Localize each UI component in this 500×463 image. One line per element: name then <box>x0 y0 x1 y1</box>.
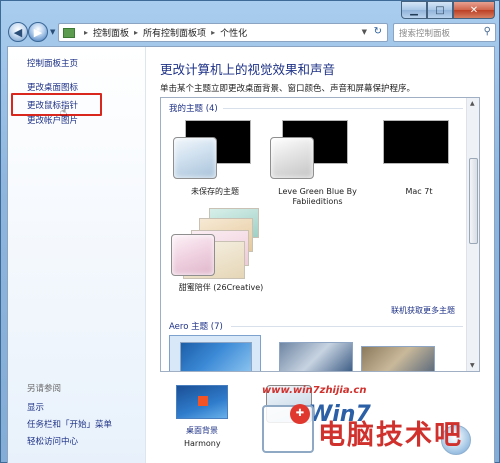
scroll-thumb[interactable] <box>469 158 478 244</box>
sidebar-item-control-panel-home[interactable]: 控制面板主页 <box>27 57 78 69</box>
aero-theme-selected[interactable] <box>169 335 261 371</box>
desktop-background-value: Harmony <box>184 439 221 448</box>
theme-26creative[interactable]: 甜蜜陪伴 (26Creative) <box>169 208 279 298</box>
my-themes-heading: 我的主题 (4) <box>169 104 218 114</box>
windows-logo-icon <box>198 396 208 406</box>
watermark-bubble-icon: ✚ <box>290 404 310 424</box>
theme-name-line2: Fabiieditions <box>292 197 343 206</box>
window-frame: ▁ □ ✕ ◀ ▶ ▼ ▸ 控制面板 ▸ 所有控制面板项 ▸ 个性化 ▼ ↻ 搜… <box>0 0 500 463</box>
refresh-icon[interactable]: ↻ <box>374 26 382 37</box>
window-color-swatch <box>171 234 215 276</box>
breadcrumb-separator-icon[interactable]: ▸ <box>211 28 215 37</box>
theme-name: 未保存的主题 <box>191 187 239 196</box>
theme-name: 甜蜜陪伴 (26Creative) <box>178 283 264 292</box>
watermark-text: 电脑技术吧 <box>318 420 463 451</box>
theme-mac-7t[interactable]: Mac 7t <box>373 120 465 200</box>
forward-button[interactable]: ▶ <box>28 22 48 42</box>
navigation-bar: ◀ ▶ ▼ ▸ 控制面板 ▸ 所有控制面板项 ▸ 个性化 ▼ ↻ 搜索控制面板 … <box>1 19 500 47</box>
breadcrumb-separator-icon[interactable]: ▸ <box>84 28 88 37</box>
maximize-button[interactable]: □ <box>427 1 453 19</box>
search-input[interactable]: 搜索控制面板 ⚲ <box>393 23 496 42</box>
control-panel-icon <box>63 27 75 38</box>
search-placeholder: 搜索控制面板 <box>399 28 451 39</box>
sidebar-item-display[interactable]: 显示 <box>27 401 44 413</box>
window-controls: ▁ □ ✕ <box>401 1 495 19</box>
window-color-swatch <box>173 137 217 179</box>
theme-list[interactable]: 我的主题 (4) 未保存的主题 Leve Green Blue By Fabii… <box>160 97 480 372</box>
scroll-up-icon[interactable]: ▲ <box>470 100 475 107</box>
theme-unsaved[interactable]: 未保存的主题 <box>169 120 261 200</box>
aero-themes-heading: Aero 主题 (7) <box>169 322 223 332</box>
recent-pages-dropdown-icon[interactable]: ▼ <box>50 28 55 36</box>
watermark-url: www.win7zhijia.cn <box>262 385 367 396</box>
watermark-logo-icon: ✚ <box>262 404 314 453</box>
section-divider <box>223 108 463 109</box>
window-color-swatch <box>270 137 314 179</box>
theme-name: Leve Green Blue By <box>278 187 357 196</box>
desktop-background-setting[interactable] <box>176 385 228 427</box>
see-also-heading: 另请参阅 <box>27 384 62 394</box>
minimize-button[interactable]: ▁ <box>401 1 427 19</box>
back-button[interactable]: ◀ <box>8 22 28 42</box>
theme-list-scrollbar[interactable]: ▲ ▼ <box>466 98 479 371</box>
desktop-background-preview <box>176 385 228 419</box>
sidebar-item-taskbar-start-menu[interactable]: 任务栏和「开始」菜单 <box>27 418 112 430</box>
section-divider <box>231 326 463 327</box>
address-bar[interactable]: ▸ 控制面板 ▸ 所有控制面板项 ▸ 个性化 ▼ ↻ <box>58 23 388 42</box>
sidebar-item-ease-of-access[interactable]: 轻松访问中心 <box>27 435 78 447</box>
breadcrumb-separator-icon[interactable]: ▸ <box>134 28 138 37</box>
aero-theme-preview <box>180 342 252 371</box>
theme-preview <box>383 120 449 164</box>
page-description: 单击某个主题立即更改桌面背景、窗口颜色、声音和屏幕保护程序。 <box>160 84 416 94</box>
aero-theme-architecture[interactable] <box>279 342 353 371</box>
get-more-themes-link[interactable]: 联机获取更多主题 <box>391 305 455 316</box>
hand-cursor-icon: ☝ <box>60 105 68 119</box>
theme-name: Mac 7t <box>405 187 433 196</box>
search-icon[interactable]: ⚲ <box>484 26 491 37</box>
theme-leve-green-blue[interactable]: Leve Green Blue By Fabiieditions <box>265 120 370 206</box>
breadcrumb-personalization[interactable]: 个性化 <box>220 26 247 39</box>
page-title: 更改计算机上的视觉效果和声音 <box>160 62 336 77</box>
address-dropdown-icon[interactable]: ▼ <box>362 28 367 36</box>
breadcrumb-control-panel[interactable]: 控制面板 <box>93 26 129 39</box>
close-button[interactable]: ✕ <box>453 1 495 19</box>
desktop-background-label[interactable]: 桌面背景 <box>170 425 234 436</box>
content-area: 控制面板主页 更改桌面图标 更改鼠标指针 更改帐户图片 ☝ 另请参阅 显示 任务… <box>7 46 495 463</box>
breadcrumb-all-items[interactable]: 所有控制面板项 <box>143 26 206 39</box>
sidebar-item-change-desktop-icons[interactable]: 更改桌面图标 <box>27 81 78 93</box>
scroll-down-icon[interactable]: ▼ <box>470 362 475 369</box>
highlight-annotation <box>11 93 102 116</box>
task-pane: 控制面板主页 更改桌面图标 更改鼠标指针 更改帐户图片 ☝ 另请参阅 显示 任务… <box>8 47 146 463</box>
aero-theme-characters[interactable] <box>361 346 435 371</box>
